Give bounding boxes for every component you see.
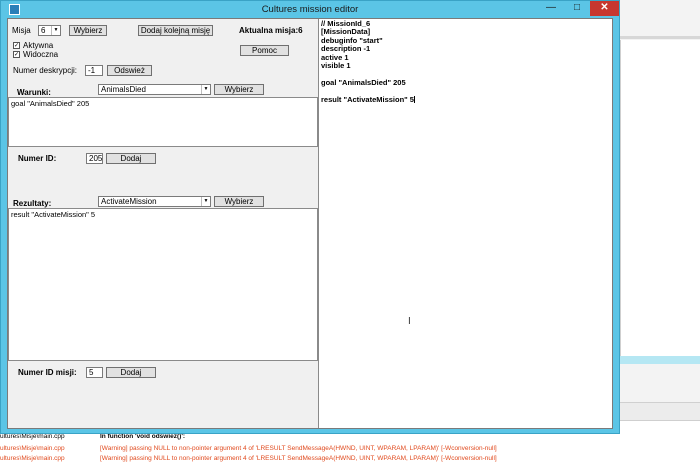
choose-condition-button[interactable]: Wybierz	[214, 84, 264, 95]
conditions-select[interactable]: AnimalsDied ▼	[98, 84, 211, 95]
results-textarea[interactable]: result "ActivateMission" 5	[8, 208, 318, 361]
background-editor-area	[620, 40, 700, 356]
title-bar[interactable]: Cultures mission editor — □ ✕	[1, 1, 619, 18]
client-area: Misja 6 ▼ Wybierz Dodaj kolejną misję Ak…	[7, 18, 613, 429]
window-title: Cultures mission editor	[261, 4, 359, 15]
visible-checkbox[interactable]: ✓	[13, 51, 20, 58]
mission-select-value: 6	[41, 26, 46, 35]
condition-id-input[interactable]: 205	[86, 153, 103, 164]
script-editor[interactable]: // MissionId_6 [MissionData] debuginfo "…	[318, 19, 612, 428]
editor-line: result "ActivateMission" 5	[321, 94, 414, 104]
results-select-value: ActivateMission	[101, 197, 157, 206]
choose-result-button[interactable]: Wybierz	[214, 196, 264, 207]
log-row[interactable]: ultures\Misje\main.cpp [Warning] passing…	[0, 453, 700, 462]
condition-id-label: Numer ID:	[18, 154, 57, 163]
editor-line-caret-row: result "ActivateMission" 5	[321, 94, 610, 104]
close-button[interactable]: ✕	[590, 1, 619, 16]
mission-select[interactable]: 6 ▼	[38, 25, 61, 36]
active-checkbox[interactable]: ✓	[13, 42, 20, 49]
editor-line: goal "AnimalsDied" 205	[321, 77, 406, 87]
current-mission-label: Aktualna misja:6	[239, 26, 303, 35]
mission-id-input[interactable]: 5	[86, 367, 103, 378]
log-message: [Warning] passing NULL to non-pointer ar…	[100, 455, 497, 462]
results-select[interactable]: ActivateMission ▼	[98, 196, 211, 207]
text-caret	[413, 95, 415, 103]
mission-id-label: Numer ID misji:	[18, 368, 77, 377]
mission-editor-window: Cultures mission editor — □ ✕ Misja 6 ▼ …	[0, 0, 620, 434]
conditions-select-value: AnimalsDied	[101, 85, 146, 94]
background-tab-strip	[620, 402, 700, 420]
mission-label: Misja	[12, 26, 31, 35]
add-mission-id-button[interactable]: Dodaj	[106, 367, 156, 378]
background-ide-panel	[620, 0, 700, 462]
chevron-down-icon[interactable]: ▼	[201, 197, 210, 206]
chevron-down-icon[interactable]: ▼	[201, 85, 210, 94]
conditions-textarea[interactable]: goal "AnimalsDied" 205	[8, 97, 318, 147]
description-number-label: Numer deskrypcji:	[13, 66, 78, 75]
log-file: ultures\Misje\main.cpp	[0, 455, 65, 462]
editor-line: active 1	[321, 52, 349, 62]
choose-mission-button[interactable]: Wybierz	[69, 25, 107, 36]
add-condition-button[interactable]: Dodaj	[106, 153, 156, 164]
editor-line: visible 1	[321, 60, 351, 70]
chevron-down-icon[interactable]: ▼	[51, 26, 60, 35]
help-button[interactable]: Pomoc	[240, 45, 289, 56]
add-next-mission-button[interactable]: Dodaj kolejną misję	[138, 25, 213, 36]
background-scroll-strip	[620, 356, 700, 364]
editor-line: description -1	[321, 44, 371, 54]
description-number-input[interactable]: -1	[85, 65, 103, 76]
maximize-button[interactable]: □	[564, 1, 590, 16]
minimize-button[interactable]: —	[538, 1, 564, 16]
background-toolbar-strip	[620, 36, 700, 39]
i-beam-cursor-icon: I	[408, 316, 411, 327]
refresh-button[interactable]: Odswież	[107, 65, 152, 76]
visible-label: Widoczna	[23, 50, 59, 59]
